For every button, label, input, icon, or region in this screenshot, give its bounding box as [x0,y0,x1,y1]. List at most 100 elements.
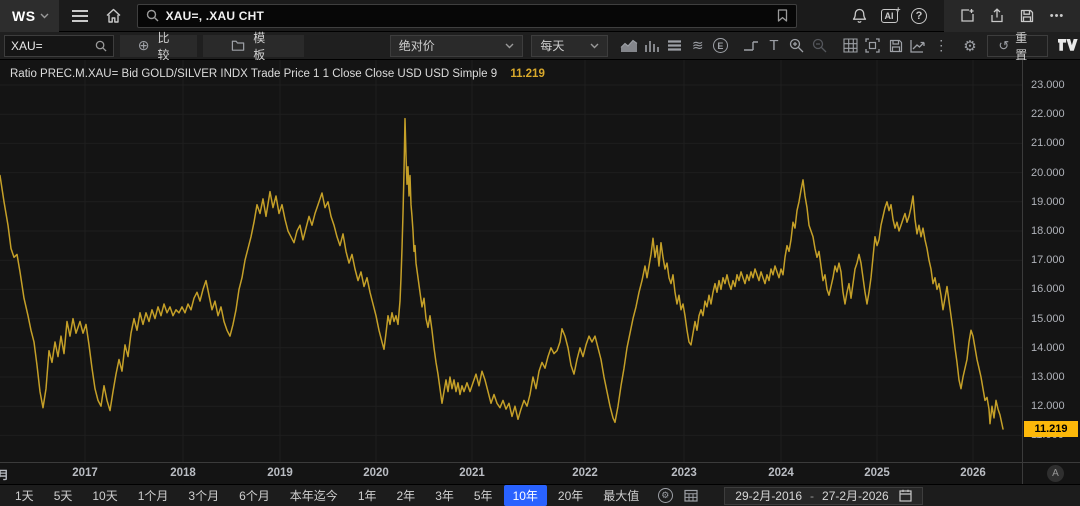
bookmark-icon[interactable] [777,9,788,22]
legend-last-value: 11.219 [510,68,545,80]
zoom-out-icon [812,38,827,53]
range-button-1天[interactable]: 1天 [6,485,43,506]
range-settings-button[interactable]: ⚙ [654,487,676,505]
search-icon [146,9,159,22]
price-tick-label: 14.000 [1031,341,1065,355]
time-tick-label: 2017 [72,467,98,479]
new-window-button[interactable] [952,0,982,32]
gear-icon: ⚙ [963,37,976,55]
save-chart-button[interactable] [884,34,907,58]
ai-assistant-button[interactable]: AI+ [874,0,904,32]
export-chart-button[interactable] [907,34,930,58]
range-button-本年迄今[interactable]: 本年迄今 [281,485,347,506]
last-price-badge: 11.219 [1024,421,1078,437]
range-buttons: 1天5天10天1个月3个月6个月本年迄今1年2年3年5年10年20年最大值 [6,485,650,506]
price-mode-select[interactable]: 绝对价 [390,35,524,57]
price-axis[interactable]: 11.219 23.00022.00021.00020.00019.00018.… [1022,60,1080,462]
price-plot[interactable] [0,60,1022,462]
time-tick-label: 2019 [267,467,293,479]
time-axis[interactable]: A 月2017201820192020202120222023202420252… [0,462,1080,484]
chevron-down-icon [505,43,514,49]
range-button-10天[interactable]: 10天 [83,485,126,506]
search-query: XAU=, .XAU CHT [166,9,264,23]
price-tick-label: 15.000 [1031,312,1065,326]
help-icon: ? [911,8,927,24]
layout-grid-button[interactable] [839,34,862,58]
range-button-20年[interactable]: 20年 [549,485,592,506]
date-range-picker[interactable]: 29-2月-2016 - 27-2月-2026 [724,487,922,505]
zoom-in-icon [789,38,804,53]
layers-button[interactable] [664,34,687,58]
app-window: WS XAU=, .XAU CHT AI+ ? [0,0,1080,506]
chart-style-bars-button[interactable] [641,34,664,58]
range-button-5年[interactable]: 5年 [465,485,502,506]
share-button[interactable] [982,0,1012,32]
time-tick-label: 2020 [363,467,389,479]
help-button[interactable]: ? [904,0,934,32]
range-button-3个月[interactable]: 3个月 [179,485,228,506]
share-icon [990,8,1004,23]
gear-circle-icon: ⚙ [658,488,673,503]
calendar-grid-button[interactable] [680,487,702,505]
range-button-1年[interactable]: 1年 [349,485,386,506]
time-tick-label: 2025 [864,467,890,479]
save-layout-button[interactable] [1012,0,1042,32]
hamburger-icon [72,7,88,25]
range-button-3年[interactable]: 3年 [426,485,463,506]
main-menu-button[interactable] [65,0,95,32]
price-tick-label: 16.000 [1031,282,1065,296]
reset-button[interactable]: ↺ 重置 [987,35,1048,57]
range-button-最大值[interactable]: 最大值 [594,485,648,506]
time-tick-label: 2022 [572,467,598,479]
save-icon [889,39,903,53]
price-tick-label: 19.000 [1031,195,1065,209]
global-search[interactable]: XAU=, .XAU CHT [137,4,797,28]
template-button[interactable]: 模板 [203,35,304,57]
grid-icon [843,38,858,53]
chart-settings-button[interactable]: ⚙ [959,34,982,58]
workspace-menu-button[interactable]: WS [0,0,59,32]
events-button[interactable]: E [709,34,732,58]
chart-export-icon [910,39,926,53]
snapshot-button[interactable] [862,34,885,58]
top-right-actions: AI+ ? ••• [844,0,1080,32]
chart-legend: Ratio PREC.M.XAU= Bid GOLD/SILVER INDX T… [10,68,545,80]
workspace-logo: WS [12,8,36,24]
circle-e-icon: E [713,38,728,53]
more-icon: ••• [1050,10,1065,22]
range-button-10年[interactable]: 10年 [504,485,547,506]
price-tick-label: 22.000 [1031,107,1065,121]
indicators-button[interactable]: ≋ [686,34,709,58]
zoom-in-button[interactable] [785,34,808,58]
axis-corner [1022,463,1023,485]
price-tick-label: 21.000 [1031,136,1065,150]
legend-text: Ratio PREC.M.XAU= Bid GOLD/SILVER INDX T… [10,68,497,80]
range-button-5天[interactable]: 5天 [45,485,82,506]
chevron-down-icon [40,13,49,19]
symbol-input[interactable]: XAU= [4,35,114,57]
more-menu-button[interactable]: ••• [1042,0,1072,32]
chart-style-area-button[interactable] [618,34,641,58]
time-tick-label: 2023 [671,467,697,479]
zoom-out-button[interactable] [808,34,831,58]
reset-icon: ↺ [998,38,1009,54]
layers-icon [667,39,682,52]
time-tick-label: 2024 [768,467,794,479]
time-tick-label: 2026 [960,467,986,479]
compare-button[interactable]: ⊕ 比较 [120,35,197,57]
chart-area[interactable]: Ratio PREC.M.XAU= Bid GOLD/SILVER INDX T… [0,60,1080,462]
price-tick-label: 20.000 [1031,166,1065,180]
trendline-tool-button[interactable] [740,34,763,58]
interval-select[interactable]: 每天 [531,35,608,57]
price-tick-label: 13.000 [1031,370,1065,384]
trendline-icon [743,39,759,53]
auto-scale-button[interactable]: A [1047,465,1064,482]
notifications-button[interactable] [844,0,874,32]
range-button-2年[interactable]: 2年 [388,485,425,506]
range-button-6个月[interactable]: 6个月 [230,485,279,506]
text-tool-button[interactable]: T [763,34,786,58]
home-button[interactable] [99,0,129,32]
toolbar-overflow-button[interactable]: ⋮ [930,34,953,58]
tradingview-logo [1058,39,1080,52]
range-button-1个月[interactable]: 1个月 [129,485,178,506]
